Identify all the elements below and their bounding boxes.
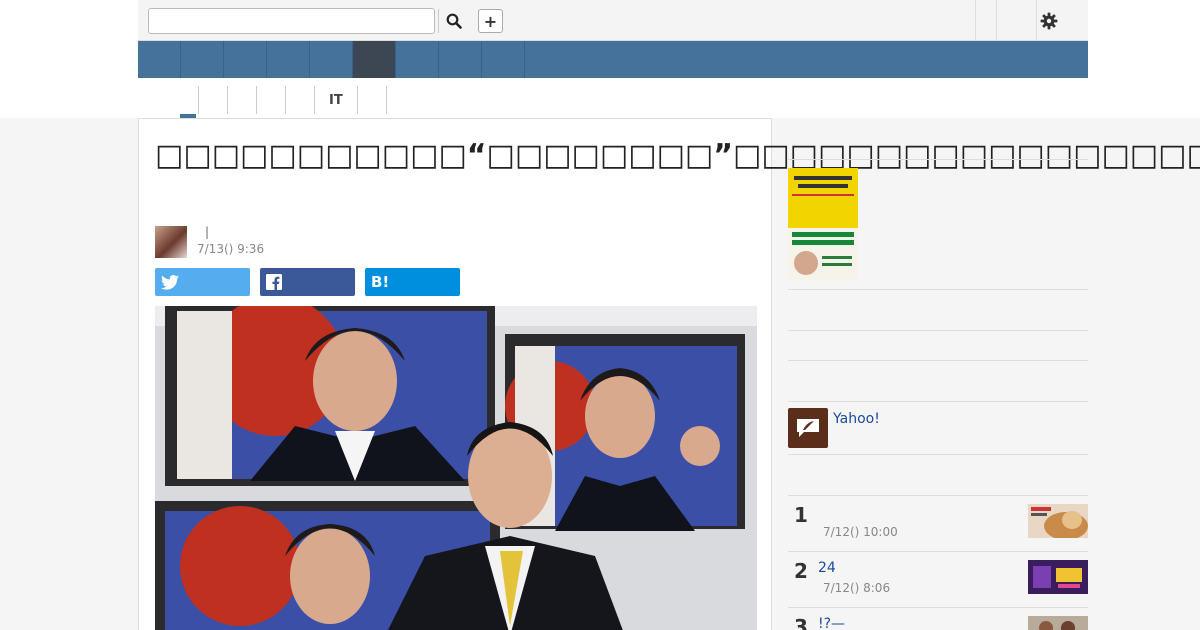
ranking-thumbnail[interactable] <box>1028 560 1088 594</box>
sub-category-nav: IT <box>170 86 415 118</box>
search-button[interactable] <box>438 9 468 33</box>
article-date: 7/13() 9:36 <box>197 242 265 256</box>
subnav-item[interactable] <box>285 86 314 114</box>
ranking-date: 7/12() 10:00 <box>823 525 898 539</box>
category-nav <box>138 41 1088 78</box>
subnav-item[interactable] <box>198 86 227 114</box>
ranking-thumbnail[interactable] <box>1028 504 1088 540</box>
hatena-bookmark-icon: B! <box>371 273 390 291</box>
press-photo-image <box>155 306 757 630</box>
yahoo-link[interactable]: Yahoo! <box>833 411 880 427</box>
search-input[interactable] <box>149 9 435 33</box>
ranking-number: 2 <box>794 559 808 583</box>
dog-thumbnail-image <box>1028 504 1088 540</box>
article-title: □□□□□□□□□□□“□□□□□□□□”□□□□□□□□□□□□□□□□□□ <box>155 138 1200 173</box>
article-main: □□□□□□□□□□□“□□□□□□□□”□□□□□□□□□□□□□□□□□□ … <box>138 118 1200 630</box>
nav-tab-active[interactable] <box>353 41 396 78</box>
header-divider <box>996 0 997 40</box>
add-button[interactable]: + <box>478 9 503 33</box>
event-thumbnail-image <box>1028 560 1088 594</box>
people-thumbnail-image <box>1028 616 1088 630</box>
sidebar: Yahoo! 1 7/12() 10:00 2 24 7/12() 8:06 3… <box>788 118 1088 630</box>
nav-tab[interactable] <box>396 41 439 78</box>
sidebar-divider <box>788 289 1088 290</box>
author-avatar[interactable] <box>155 226 187 258</box>
sidebar-divider <box>788 607 1088 608</box>
sidebar-divider <box>788 454 1088 455</box>
quill-bubble-icon <box>797 419 819 437</box>
subnav-item[interactable] <box>385 86 415 114</box>
twitter-share-button[interactable] <box>155 268 250 296</box>
nav-tab[interactable] <box>482 41 525 78</box>
twitter-icon <box>161 274 179 290</box>
nav-tab[interactable] <box>310 41 353 78</box>
book-cover-image[interactable] <box>788 168 858 281</box>
subnav-item[interactable] <box>356 86 386 114</box>
ranking-number: 1 <box>794 503 808 527</box>
nav-tab[interactable] <box>439 41 482 78</box>
subnav-item[interactable] <box>170 86 198 114</box>
ranking-title[interactable]: 24 <box>818 560 836 576</box>
nav-tab[interactable] <box>267 41 310 78</box>
nav-tab[interactable] <box>181 41 224 78</box>
ranking-date: 7/12() 8:06 <box>823 581 891 595</box>
book-cover-graphic <box>788 168 858 281</box>
ranking-title[interactable]: !?— <box>818 616 845 630</box>
magnifier-icon <box>446 13 462 29</box>
author-separator: | <box>205 225 210 239</box>
hatena-bookmark-button[interactable]: B! <box>365 268 460 296</box>
header-divider <box>975 0 976 40</box>
sidebar-divider <box>788 401 1088 402</box>
ranking-thumbnail[interactable] <box>1028 616 1088 630</box>
settings-button[interactable] <box>1036 9 1062 33</box>
gear-icon <box>1040 12 1058 30</box>
yahoo-author-icon[interactable] <box>788 408 828 448</box>
site-header: + <box>138 0 1088 41</box>
nav-tab[interactable] <box>224 41 267 78</box>
sidebar-divider <box>788 360 1088 361</box>
sidebar-divider <box>788 495 1088 496</box>
search-box[interactable] <box>148 8 435 34</box>
ranking-number: 3 <box>794 615 808 630</box>
sidebar-divider <box>788 551 1088 552</box>
sidebar-divider <box>788 159 1088 160</box>
facebook-share-button[interactable] <box>260 268 355 296</box>
subnav-item[interactable] <box>256 86 285 114</box>
subnav-item[interactable] <box>227 86 256 114</box>
nav-tab[interactable] <box>138 41 181 78</box>
sidebar-divider <box>788 330 1088 331</box>
facebook-icon <box>266 274 282 290</box>
article-photo <box>155 306 757 630</box>
subnav-item-it[interactable]: IT <box>314 86 357 114</box>
